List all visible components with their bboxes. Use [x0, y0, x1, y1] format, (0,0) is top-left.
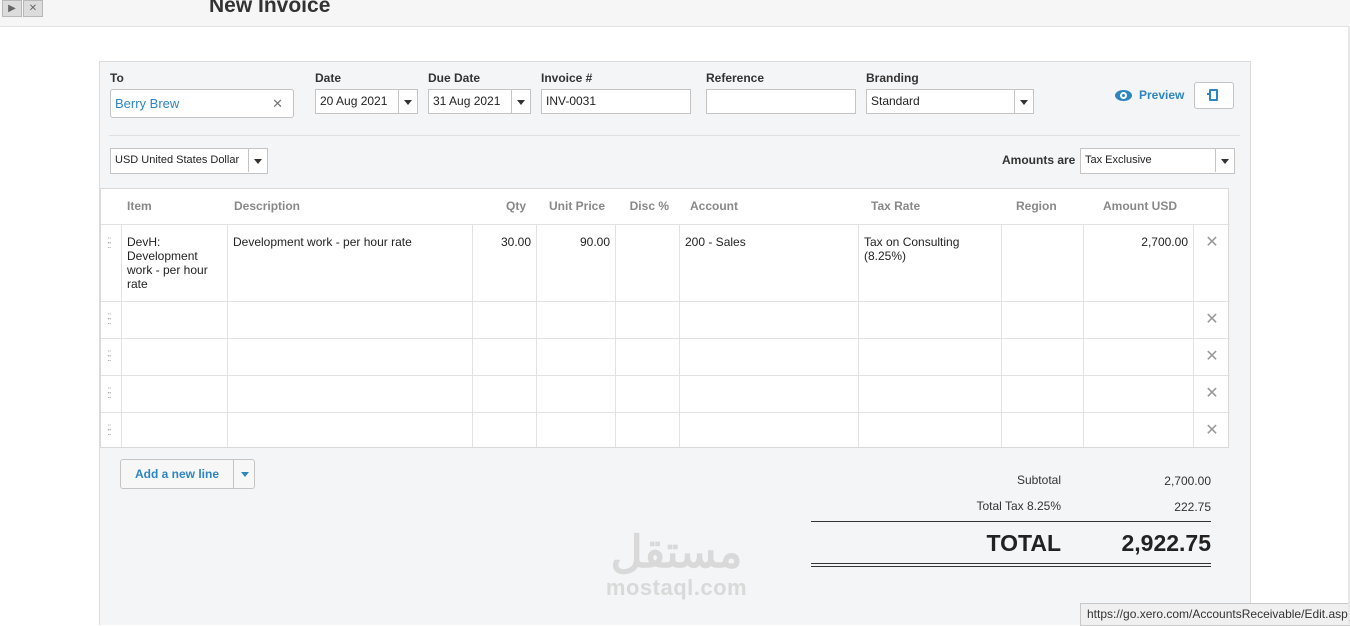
reference-field[interactable]	[706, 89, 856, 114]
row-divider	[101, 338, 1230, 339]
close-icon[interactable]: ✕	[1205, 386, 1219, 402]
currency-value: USD United States Dollar	[115, 154, 240, 166]
due-date-field[interactable]: 31 Aug 2021	[428, 89, 531, 114]
to-label: To	[110, 71, 124, 85]
column-header-amount: Amount USD	[1103, 199, 1177, 213]
contact-value: Berry Brew	[115, 96, 180, 111]
close-icon[interactable]: ✕	[1205, 312, 1219, 328]
caret-down-icon[interactable]	[1215, 149, 1234, 172]
totals-double-rule	[811, 566, 1211, 567]
cell-description[interactable]: Development work - per hour rate	[233, 235, 467, 249]
column-header-description: Description	[234, 199, 301, 213]
row-divider	[101, 224, 1230, 225]
column-divider	[615, 224, 616, 447]
caret-down-icon[interactable]	[1014, 90, 1033, 113]
column-header-qty: Qty	[505, 199, 526, 213]
drag-handle-icon[interactable]: ::::	[107, 349, 113, 364]
drag-handle-icon[interactable]: ::::	[107, 312, 113, 327]
watermark-arabic: مستقل	[610, 528, 743, 577]
cell-qty[interactable]: 30.00	[476, 235, 531, 249]
reference-label: Reference	[706, 71, 765, 85]
cell-amount[interactable]: 2,700.00	[1087, 235, 1188, 249]
branding-label: Branding	[866, 71, 919, 85]
column-header-item: Item	[127, 199, 152, 213]
column-header-tax-rate: Tax Rate	[871, 199, 921, 213]
row-divider	[101, 301, 1230, 302]
total-tax-value: 222.75	[1174, 500, 1211, 514]
column-divider	[679, 224, 680, 447]
cell-item[interactable]: DevH: Development work - per hour rate	[127, 235, 223, 291]
caret-down-icon[interactable]	[398, 90, 417, 113]
window-header: ▶ ✕ New Invoice	[0, 0, 1350, 27]
totals-divider	[811, 521, 1211, 522]
column-divider	[121, 224, 122, 447]
copy-button[interactable]	[1194, 82, 1234, 109]
due-date-value: 31 Aug 2021	[433, 94, 501, 108]
caret-down-icon[interactable]	[248, 149, 267, 172]
close-icon[interactable]: ✕	[1205, 349, 1219, 365]
status-bar-url: https://go.xero.com/AccountsReceivable/E…	[1080, 603, 1350, 626]
column-header-account: Account	[690, 199, 738, 213]
close-icon[interactable]: ✕	[272, 90, 283, 117]
watermark-logo: مستقل mostaql.com	[594, 530, 759, 600]
column-divider	[1193, 224, 1194, 447]
preview-button[interactable]: Preview	[1115, 88, 1184, 102]
add-line-button[interactable]: Add a new line	[120, 459, 255, 489]
column-divider	[858, 224, 859, 447]
amounts-are-select[interactable]: Tax Exclusive	[1080, 148, 1235, 174]
caret-down-icon[interactable]	[233, 460, 255, 488]
add-line-label: Add a new line	[134, 467, 219, 481]
invoice-number-label: Invoice #	[541, 71, 593, 85]
amounts-are-value: Tax Exclusive	[1085, 154, 1152, 166]
play-icon[interactable]: ▶	[2, 0, 22, 17]
eye-icon	[1115, 89, 1132, 101]
currency-select[interactable]: USD United States Dollar	[110, 148, 268, 174]
date-value: 20 Aug 2021	[320, 94, 388, 108]
invoice-number-field[interactable]: INV-0031	[541, 89, 691, 114]
divider	[109, 135, 1240, 136]
subtotal-value: 2,700.00	[1164, 474, 1211, 488]
window-controls: ▶ ✕	[2, 0, 43, 17]
total-label: TOTAL	[986, 530, 1061, 556]
column-divider	[1083, 224, 1084, 447]
branding-value: Standard	[871, 94, 920, 108]
date-label: Date	[315, 71, 342, 85]
column-divider	[1001, 224, 1002, 447]
total-tax-label: Total Tax 8.25%	[976, 499, 1062, 513]
column-header-region: Region	[1016, 199, 1057, 213]
column-header-unit-price: Unit Price	[548, 199, 605, 213]
due-date-label: Due Date	[428, 71, 481, 85]
cell-unit-price[interactable]: 90.00	[540, 235, 610, 249]
preview-label: Preview	[1139, 88, 1185, 102]
page-title: New Invoice	[209, 0, 331, 17]
drag-handle-icon[interactable]: ::::	[107, 423, 113, 438]
cell-account[interactable]: 200 - Sales	[685, 235, 853, 249]
column-divider	[536, 224, 537, 447]
total-value: 2,922.75	[1121, 530, 1211, 556]
drag-handle-icon[interactable]: ::::	[107, 386, 113, 401]
line-items-table: Item Description Qty Unit Price Disc % A…	[100, 188, 1230, 448]
close-icon[interactable]: ✕	[23, 0, 43, 17]
amounts-are-label: Amounts are	[1002, 153, 1076, 167]
caret-down-icon[interactable]	[511, 90, 530, 113]
branding-select[interactable]: Standard	[866, 89, 1034, 114]
watermark-latin: mostaql.com	[605, 575, 748, 600]
close-icon[interactable]: ✕	[1205, 423, 1219, 439]
date-field[interactable]: 20 Aug 2021	[315, 89, 418, 114]
column-divider	[227, 224, 228, 447]
contact-field[interactable]: Berry Brew ✕	[110, 89, 294, 118]
column-header-discount: Disc %	[629, 199, 669, 213]
copy-icon	[1207, 89, 1218, 101]
totals-double-rule	[811, 563, 1211, 564]
invoice-number-value: INV-0031	[546, 94, 597, 108]
drag-handle-icon[interactable]: ::::	[107, 236, 113, 251]
close-icon[interactable]: ✕	[1205, 235, 1219, 251]
subtotal-label: Subtotal	[1016, 473, 1061, 487]
cell-tax-rate[interactable]: Tax on Consulting (8.25%)	[864, 235, 994, 263]
row-divider	[101, 375, 1230, 376]
row-divider	[101, 412, 1230, 413]
column-divider	[472, 224, 473, 447]
